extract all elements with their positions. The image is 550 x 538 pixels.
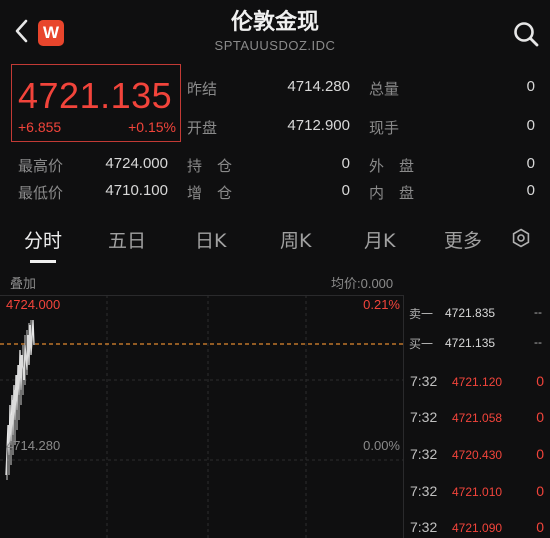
outer-volume-label: 外 盘 — [369, 157, 415, 175]
prev-close-label: 昨结 — [187, 80, 218, 98]
order-book-panel: 卖一 4721.835 -- 买一 4721.135 -- 7:32 4721.… — [405, 295, 550, 538]
average-price-label: 均价:0.000 — [331, 276, 394, 291]
tick-row: 7:32 4720.430 0 — [405, 446, 550, 466]
tick-price: 4720.430 — [452, 448, 503, 462]
tick-price: 4721.058 — [452, 411, 503, 425]
high-label: 最高价 — [18, 157, 64, 175]
tick-row: 7:32 4721.090 0 — [405, 519, 550, 538]
tab-daily-k[interactable]: 日K — [195, 226, 226, 253]
ask-qty: -- — [534, 305, 542, 319]
open-label: 开盘 — [187, 119, 218, 137]
bid-price: 4721.135 — [445, 336, 496, 350]
tick-qty: 0 — [536, 483, 544, 499]
overlay-button[interactable]: 叠加 — [10, 273, 36, 292]
tab-monthly-k[interactable]: 月K — [364, 226, 395, 253]
chart-base-percent: 0.00% — [363, 438, 400, 453]
price-change: +6.855 — [18, 119, 62, 135]
oi-change-label: 增 仓 — [187, 184, 233, 202]
price-change-percent: +0.15% — [128, 119, 176, 135]
chart-top-price: 4724.000 — [6, 297, 60, 312]
open-interest-label: 持 仓 — [187, 157, 233, 175]
ask-price: 4721.835 — [445, 306, 496, 320]
tick-price: 4721.010 — [452, 485, 503, 499]
tick-qty: 0 — [536, 446, 544, 462]
total-volume-label: 总量 — [369, 80, 400, 98]
open-interest-value: 0 — [341, 155, 350, 172]
open-value: 4712.900 — [287, 117, 350, 134]
tick-row: 7:32 4721.010 0 — [405, 483, 550, 503]
ask-row: 卖一 4721.835 -- — [405, 303, 550, 323]
tick-time: 7:32 — [410, 409, 438, 425]
tick-qty: 0 — [536, 373, 544, 389]
tick-qty: 0 — [536, 409, 544, 425]
chart-base-price: 4714.280 — [6, 438, 60, 453]
ask-label: 卖一 — [409, 307, 434, 321]
header-bar: W 伦敦金现 SPTAUUSDOZ.IDC — [0, 0, 550, 60]
tick-time: 7:32 — [410, 373, 438, 389]
tick-row: 7:32 4721.120 0 — [405, 373, 550, 393]
prev-close-value: 4714.280 — [287, 78, 350, 95]
page-title: 伦敦金现 — [230, 10, 319, 35]
bid-row: 买一 4721.135 -- — [405, 333, 550, 353]
tab-intraday[interactable]: 分时 — [24, 226, 62, 253]
oi-change-value: 0 — [341, 182, 350, 199]
tick-price: 4721.120 — [452, 375, 503, 389]
inner-volume-value: 0 — [526, 182, 535, 199]
current-volume-label: 现手 — [369, 119, 400, 137]
total-volume-value: 0 — [526, 78, 535, 95]
tick-qty: 0 — [536, 519, 544, 535]
tick-price: 4721.090 — [452, 521, 503, 535]
last-price: 4721.135 — [18, 75, 173, 116]
low-label: 最低价 — [18, 184, 64, 202]
symbol-code: SPTAUUSDOZ.IDC — [214, 38, 336, 53]
tick-time: 7:32 — [410, 483, 438, 499]
tab-more[interactable]: 更多 — [444, 226, 482, 253]
bid-qty: -- — [534, 335, 542, 349]
low-value: 4710.100 — [105, 182, 168, 199]
current-volume-value: 0 — [526, 117, 535, 134]
tick-time: 7:32 — [410, 446, 438, 462]
settings-hexagon-icon[interactable] — [511, 228, 531, 248]
period-tabs: 分时 五日 日K 周K 月K 更多 — [0, 218, 550, 262]
tick-row: 7:32 4721.058 0 — [405, 409, 550, 429]
tab-weekly-k[interactable]: 周K — [280, 226, 311, 253]
bid-label: 买一 — [409, 337, 434, 351]
tick-time: 7:32 — [410, 519, 438, 535]
active-tab-indicator — [30, 260, 56, 263]
outer-volume-value: 0 — [526, 155, 535, 172]
inner-volume-label: 内 盘 — [369, 184, 415, 202]
chart-top-percent: 0.21% — [363, 297, 400, 312]
tab-five-day[interactable]: 五日 — [108, 226, 146, 253]
price-box: 4721.135 +6.855 +0.15% — [11, 64, 181, 142]
intraday-chart: 4724.000 0.21% 4714.280 0.00% — [0, 295, 550, 538]
search-icon[interactable] — [512, 20, 540, 48]
high-value: 4724.000 — [105, 155, 168, 172]
